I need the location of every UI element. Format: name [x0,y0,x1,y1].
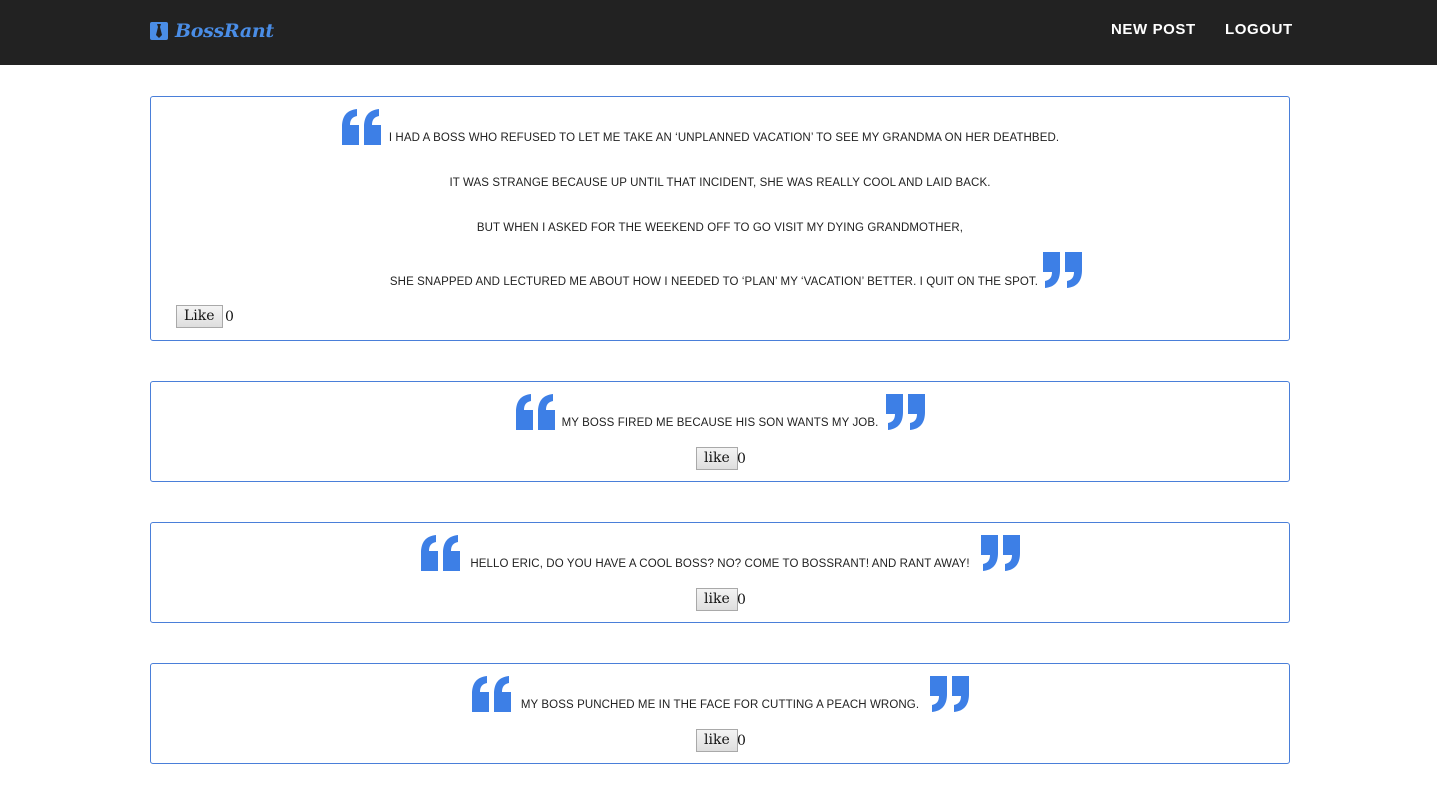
close-quote-icon [1042,252,1082,288]
like-count: 0 [225,309,234,325]
close-quote-icon [929,676,969,712]
post-text: MY BOSS FIRED ME BECAUSE HIS SON WANTS M… [561,417,879,429]
like-count: 0 [737,451,746,467]
post-text: MY BOSS PUNCHED ME IN THE FACE FOR CUTTI… [520,699,920,711]
like-button[interactable]: Like [176,305,223,328]
post-card: HELLO ERIC, DO YOU HAVE A COOL BOSS? NO?… [150,522,1290,623]
like-count: 0 [737,592,746,608]
brand-name: BossRant [175,20,274,42]
like-button[interactable]: like [696,588,738,611]
like-count: 0 [737,733,746,749]
like-button[interactable]: like [696,729,738,752]
close-quote-icon [885,394,925,430]
post-text: HELLO ERIC, DO YOU HAVE A COOL BOSS? NO?… [470,558,970,570]
navbar: BossRant NEW POST LOGOUT [0,0,1437,65]
post-card: MY BOSS FIRED ME BECAUSE HIS SON WANTS M… [150,381,1290,482]
logout-link[interactable]: LOGOUT [1225,21,1293,38]
post-text-line: BUT WHEN I ASKED FOR THE WEEKEND OFF TO … [476,222,964,234]
necktie-icon [150,21,168,41]
brand-logo[interactable]: BossRant [150,20,274,42]
close-quote-icon [980,535,1020,571]
post-card: MY BOSS PUNCHED ME IN THE FACE FOR CUTTI… [150,663,1290,764]
post-card: I HAD A BOSS WHO REFUSED TO LET ME TAKE … [150,96,1290,341]
post-text-line: IT WAS STRANGE BECAUSE UP UNTIL THAT INC… [449,177,991,189]
like-button[interactable]: like [696,447,738,470]
new-post-link[interactable]: NEW POST [1111,21,1196,38]
post-text-line: I HAD A BOSS WHO REFUSED TO LET ME TAKE … [388,132,1060,144]
post-text-line: SHE SNAPPED AND LECTURED ME ABOUT HOW I … [389,276,1039,288]
